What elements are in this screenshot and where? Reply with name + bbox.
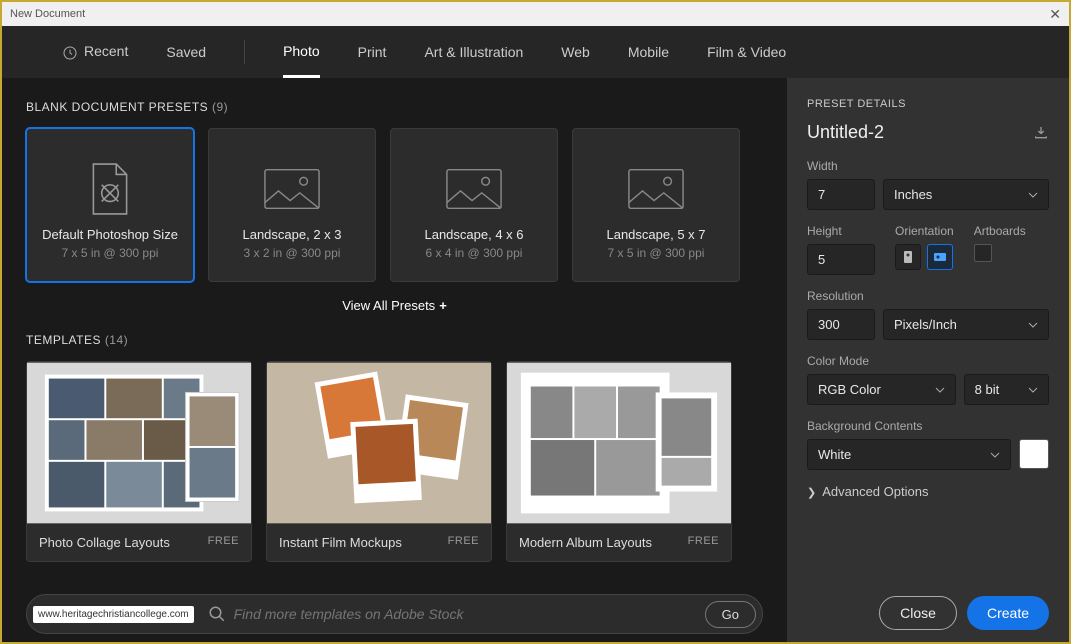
category-tabs: Recent Saved Photo Print Art & Illustrat… bbox=[2, 26, 1069, 78]
preset-landscape-5x7[interactable]: Landscape, 5 x 7 7 x 5 in @ 300 ppi bbox=[572, 128, 740, 282]
tab-saved[interactable]: Saved bbox=[166, 28, 206, 76]
template-modern-album-layouts[interactable]: Modern Album Layouts FREE bbox=[506, 361, 732, 562]
template-name: Instant Film Mockups bbox=[279, 535, 402, 550]
close-button[interactable]: Close bbox=[879, 596, 957, 630]
colormode-label: Color Mode bbox=[807, 354, 1049, 368]
resolution-input[interactable] bbox=[807, 309, 875, 340]
preset-name: Landscape, 2 x 3 bbox=[242, 227, 341, 242]
image-icon bbox=[263, 167, 321, 211]
template-photo-collage-layouts[interactable]: Photo Collage Layouts FREE bbox=[26, 361, 252, 562]
preset-name: Landscape, 4 x 6 bbox=[424, 227, 523, 242]
close-icon[interactable]: ✕ bbox=[1049, 6, 1061, 23]
plus-icon: + bbox=[439, 298, 447, 313]
go-button[interactable]: Go bbox=[705, 601, 756, 628]
window-title: New Document bbox=[10, 8, 85, 20]
preset-details-heading: PRESET DETAILS bbox=[807, 98, 1049, 110]
width-label: Width bbox=[807, 159, 1049, 173]
width-input[interactable] bbox=[807, 179, 875, 210]
image-icon bbox=[627, 167, 685, 211]
watermark-label: www.heritagechristiancollege.com bbox=[33, 606, 194, 623]
template-name: Modern Album Layouts bbox=[519, 535, 652, 550]
template-price: FREE bbox=[208, 535, 239, 550]
preset-meta: 6 x 4 in @ 300 ppi bbox=[426, 246, 523, 260]
height-label: Height bbox=[807, 224, 875, 238]
search-icon bbox=[208, 605, 226, 623]
chevron-down-icon bbox=[1028, 190, 1038, 200]
window-titlebar: New Document ✕ bbox=[2, 2, 1069, 26]
presets-heading: BLANK DOCUMENT PRESETS (9) bbox=[26, 100, 763, 114]
template-price: FREE bbox=[448, 535, 479, 550]
clock-icon bbox=[62, 45, 78, 61]
background-color-swatch[interactable] bbox=[1019, 439, 1049, 469]
preset-meta: 3 x 2 in @ 300 ppi bbox=[244, 246, 341, 260]
search-input[interactable] bbox=[234, 606, 705, 622]
landscape-icon bbox=[933, 250, 947, 264]
preset-landscape-4x6[interactable]: Landscape, 4 x 6 6 x 4 in @ 300 ppi bbox=[390, 128, 558, 282]
preset-default-photoshop-size[interactable]: Default Photoshop Size 7 x 5 in @ 300 pp… bbox=[26, 128, 194, 282]
template-thumbnail bbox=[507, 362, 731, 524]
orientation-landscape-button[interactable] bbox=[927, 244, 953, 270]
width-unit-dropdown[interactable]: Inches bbox=[883, 179, 1049, 210]
tab-web[interactable]: Web bbox=[561, 28, 590, 76]
orientation-label: Orientation bbox=[895, 224, 954, 238]
view-all-presets-button[interactable]: View All Presets+ bbox=[26, 298, 763, 313]
chevron-down-icon bbox=[935, 385, 945, 395]
tab-art[interactable]: Art & Illustration bbox=[424, 28, 523, 76]
tab-photo[interactable]: Photo bbox=[283, 27, 320, 78]
artboards-label: Artboards bbox=[974, 224, 1026, 238]
orientation-portrait-button[interactable] bbox=[895, 244, 921, 270]
create-button[interactable]: Create bbox=[967, 596, 1049, 630]
template-thumbnail bbox=[27, 362, 251, 524]
tab-recent[interactable]: Recent bbox=[62, 27, 128, 76]
height-input[interactable] bbox=[807, 244, 875, 275]
template-price: FREE bbox=[688, 535, 719, 550]
save-preset-icon[interactable] bbox=[1033, 125, 1049, 141]
chevron-right-icon: ❯ bbox=[807, 487, 816, 499]
tab-print[interactable]: Print bbox=[358, 28, 387, 76]
search-bar: www.heritagechristiancollege.com Go bbox=[26, 594, 763, 634]
portrait-icon bbox=[901, 250, 915, 264]
templates-heading: TEMPLATES (14) bbox=[26, 333, 763, 347]
colormode-dropdown[interactable]: RGB Color bbox=[807, 374, 956, 405]
image-icon bbox=[445, 167, 503, 211]
document-title[interactable]: Untitled-2 bbox=[807, 122, 884, 143]
colordepth-dropdown[interactable]: 8 bit bbox=[964, 374, 1049, 405]
advanced-options-toggle[interactable]: ❯Advanced Options bbox=[807, 484, 1049, 499]
tab-separator bbox=[244, 40, 245, 64]
template-instant-film-mockups[interactable]: Instant Film Mockups FREE bbox=[266, 361, 492, 562]
preset-landscape-2x3[interactable]: Landscape, 2 x 3 3 x 2 in @ 300 ppi bbox=[208, 128, 376, 282]
preset-meta: 7 x 5 in @ 300 ppi bbox=[608, 246, 705, 260]
template-name: Photo Collage Layouts bbox=[39, 535, 170, 550]
template-thumbnail bbox=[267, 362, 491, 524]
resolution-unit-dropdown[interactable]: Pixels/Inch bbox=[883, 309, 1049, 340]
preset-name: Default Photoshop Size bbox=[42, 227, 178, 242]
background-dropdown[interactable]: White bbox=[807, 439, 1011, 470]
preset-meta: 7 x 5 in @ 300 ppi bbox=[62, 246, 159, 260]
background-label: Background Contents bbox=[807, 419, 1049, 433]
chevron-down-icon bbox=[990, 450, 1000, 460]
resolution-label: Resolution bbox=[807, 289, 1049, 303]
preset-name: Landscape, 5 x 7 bbox=[606, 227, 705, 242]
chevron-down-icon bbox=[1028, 385, 1038, 395]
document-icon bbox=[89, 162, 131, 216]
chevron-down-icon bbox=[1028, 320, 1038, 330]
artboards-checkbox[interactable] bbox=[974, 244, 992, 262]
tab-film[interactable]: Film & Video bbox=[707, 28, 786, 76]
tab-mobile[interactable]: Mobile bbox=[628, 28, 669, 76]
